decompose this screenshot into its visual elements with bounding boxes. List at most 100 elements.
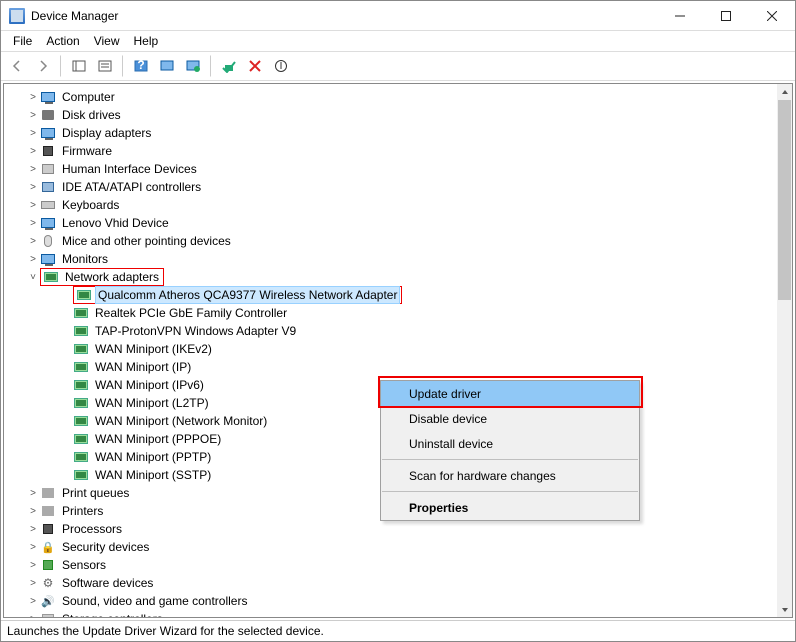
ctx-disable-device[interactable]: Disable device <box>381 406 639 431</box>
scroll-up-button[interactable] <box>777 84 792 99</box>
ctx-uninstall-label: Uninstall device <box>409 437 493 451</box>
tree-item-network-adapter[interactable]: Realtek PCIe GbE Family Controller <box>4 304 777 322</box>
tree-item-label: Storage controllers <box>60 611 165 617</box>
expand-icon[interactable]: > <box>26 596 40 607</box>
uninstall-button[interactable] <box>243 54 267 78</box>
menu-help[interactable]: Help <box>128 32 165 50</box>
tree-category[interactable]: >🔒 Security devices <box>4 538 777 556</box>
tree-item-label: Computer <box>60 89 117 105</box>
expand-icon[interactable]: > <box>26 92 40 103</box>
scrollbar[interactable] <box>777 84 792 617</box>
expand-icon[interactable]: > <box>26 218 40 229</box>
show-hide-tree-button[interactable] <box>67 54 91 78</box>
tree-item-label: Monitors <box>60 251 110 267</box>
menu-file[interactable]: File <box>7 32 38 50</box>
minimize-button[interactable] <box>657 1 703 31</box>
ctx-update-driver[interactable]: Update driver <box>381 381 639 406</box>
tree-item-network-adapter[interactable]: WAN Miniport (IKEv2) <box>4 340 777 358</box>
titlebar[interactable]: Device Manager <box>1 1 795 31</box>
expand-icon[interactable]: ˅ <box>26 272 40 283</box>
scan-button[interactable] <box>155 54 179 78</box>
tree-item-network-adapter[interactable]: WAN Miniport (IP) <box>4 358 777 376</box>
toolbar: ? <box>1 51 795 81</box>
ctx-uninstall-device[interactable]: Uninstall device <box>381 431 639 456</box>
back-button[interactable] <box>5 54 29 78</box>
chip2-icon <box>40 558 56 572</box>
tree-category[interactable]: >Human Interface Devices <box>4 160 777 178</box>
expand-icon[interactable]: > <box>26 146 40 157</box>
separator <box>122 55 124 77</box>
tree-item-label: Print queues <box>60 485 131 501</box>
maximize-button[interactable] <box>703 1 749 31</box>
tree-category[interactable]: >IDE ATA/ATAPI controllers <box>4 178 777 196</box>
expand-icon[interactable]: > <box>26 200 40 211</box>
tree-item-label: Security devices <box>60 539 151 555</box>
expand-icon[interactable]: > <box>26 164 40 175</box>
tree-category[interactable]: > Firmware <box>4 142 777 160</box>
tree-item-network-adapter[interactable]: Qualcomm Atheros QCA9377 Wireless Networ… <box>4 286 777 304</box>
tree-category[interactable]: > Keyboards <box>4 196 777 214</box>
expand-icon[interactable]: > <box>26 524 40 535</box>
mouse-icon <box>40 234 56 248</box>
tree-item-label: Keyboards <box>60 197 121 213</box>
nic-icon <box>73 468 89 482</box>
ctx-divider <box>382 459 638 460</box>
expand-icon[interactable]: > <box>26 506 40 517</box>
tree-category[interactable]: >⚙Software devices <box>4 574 777 592</box>
tree-category[interactable]: >🔊Sound, video and game controllers <box>4 592 777 610</box>
enable-button[interactable] <box>217 54 241 78</box>
tree-item-label: Printers <box>60 503 105 519</box>
update-driver-button[interactable] <box>181 54 205 78</box>
generic-icon <box>40 612 56 617</box>
scroll-thumb[interactable] <box>778 100 791 300</box>
tree-item-label: Display adapters <box>60 125 153 141</box>
ctx-scan-hardware[interactable]: Scan for hardware changes <box>381 463 639 488</box>
tree-category[interactable]: > Display adapters <box>4 124 777 142</box>
expand-icon[interactable]: > <box>26 542 40 553</box>
expand-icon[interactable]: > <box>26 560 40 571</box>
scroll-down-button[interactable] <box>777 602 792 617</box>
tree-category[interactable]: > Computer <box>4 88 777 106</box>
expand-icon[interactable]: > <box>26 182 40 193</box>
menu-action[interactable]: Action <box>40 32 85 50</box>
tree-category[interactable]: > Storage controllers <box>4 610 777 617</box>
tree-category[interactable]: >Lenovo Vhid Device <box>4 214 777 232</box>
expand-icon[interactable]: > <box>26 578 40 589</box>
expand-icon[interactable]: > <box>26 488 40 499</box>
tree-item-label: WAN Miniport (SSTP) <box>93 467 213 483</box>
close-button[interactable] <box>749 1 795 31</box>
window-title: Device Manager <box>31 9 657 23</box>
expand-icon[interactable]: > <box>26 128 40 139</box>
tree-item-label: WAN Miniport (L2TP) <box>93 395 211 411</box>
tree-category[interactable]: > Monitors <box>4 250 777 268</box>
disable-button[interactable] <box>269 54 293 78</box>
tree-category-network-adapters[interactable]: ˅ Network adapters <box>4 268 777 286</box>
properties-button[interactable] <box>93 54 117 78</box>
tree-item-label: WAN Miniport (PPTP) <box>93 449 213 465</box>
tree-category[interactable]: >Disk drives <box>4 106 777 124</box>
tree-category[interactable]: >Sensors <box>4 556 777 574</box>
tree-item-label: WAN Miniport (PPPOE) <box>93 431 223 447</box>
tree-item-label: Network adapters <box>63 269 161 285</box>
device-tree[interactable]: >Computer>Disk drives>Display adapters>F… <box>4 84 777 617</box>
expand-icon[interactable]: > <box>26 614 40 618</box>
tree-item-label: Qualcomm Atheros QCA9377 Wireless Networ… <box>96 287 399 303</box>
tree-item-label: TAP-ProtonVPN Windows Adapter V9 <box>93 323 298 339</box>
ctx-properties-label: Properties <box>409 501 468 515</box>
menu-view[interactable]: View <box>88 32 126 50</box>
ctx-divider <box>382 491 638 492</box>
forward-button[interactable] <box>31 54 55 78</box>
ctx-properties[interactable]: Properties <box>381 495 639 520</box>
expand-icon[interactable]: > <box>26 236 40 247</box>
expand-icon[interactable]: > <box>26 110 40 121</box>
tree-item-label: WAN Miniport (IP) <box>93 359 193 375</box>
expand-icon[interactable]: > <box>26 254 40 265</box>
tree-item-network-adapter[interactable]: TAP-ProtonVPN Windows Adapter V9 <box>4 322 777 340</box>
lock-icon: 🔒 <box>40 540 56 554</box>
tree-item-label: Firmware <box>60 143 114 159</box>
tree-category[interactable]: >Processors <box>4 520 777 538</box>
tree-category[interactable]: >Mice and other pointing devices <box>4 232 777 250</box>
help-button[interactable]: ? <box>129 54 153 78</box>
scroll-track[interactable] <box>777 301 792 602</box>
hid-icon <box>40 162 56 176</box>
